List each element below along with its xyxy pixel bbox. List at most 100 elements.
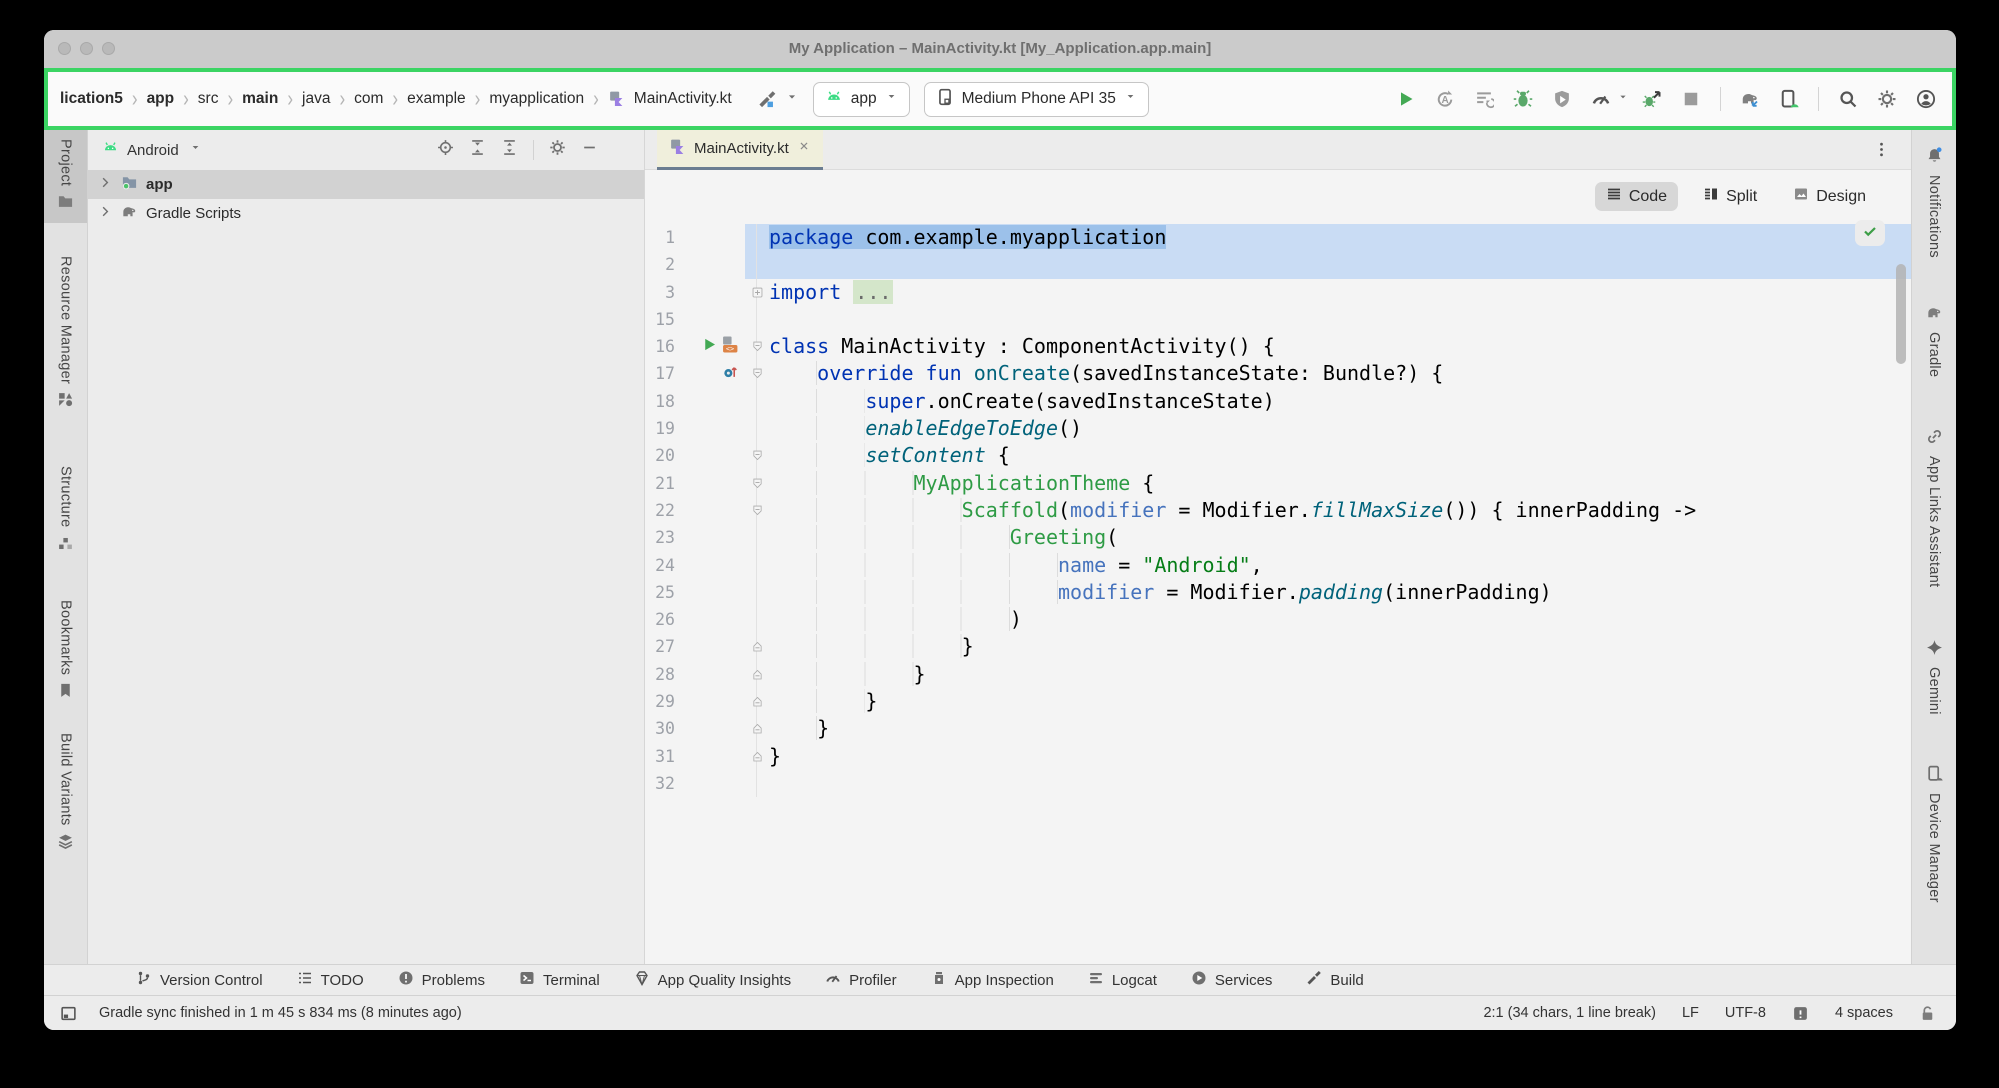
code-line[interactable]: 1package com.example.myapplication <box>645 224 1911 251</box>
code-line[interactable]: 20 setContent { <box>645 442 1911 469</box>
code-line[interactable]: 21 MyApplicationTheme { <box>645 470 1911 497</box>
code-line-body[interactable]: modifier = Modifier.padding(innerPadding… <box>745 579 1911 606</box>
toolwindow-app-inspection[interactable]: App Inspection <box>931 970 1054 990</box>
breadcrumb-item[interactable]: app <box>147 90 175 108</box>
breadcrumb-item[interactable]: src <box>198 90 219 108</box>
fold-open-icon[interactable] <box>751 497 764 524</box>
status-write-access[interactable] <box>1919 1005 1936 1022</box>
stripe-item-build-variants[interactable]: Build Variants <box>44 724 87 863</box>
chevron-right-icon[interactable] <box>98 175 113 194</box>
fold-open-icon[interactable] <box>751 442 764 469</box>
fold-marker[interactable] <box>745 333 769 360</box>
code-line[interactable]: 22 Scaffold(modifier = Modifier.fillMaxS… <box>645 497 1911 524</box>
line-number[interactable]: 1 <box>645 224 675 251</box>
fold-marker[interactable] <box>745 470 769 497</box>
line-number[interactable]: 21 <box>645 470 675 497</box>
debug-icon[interactable] <box>1507 83 1539 115</box>
line-number[interactable]: 23 <box>645 524 675 551</box>
tree-node-app[interactable]: app <box>88 170 644 199</box>
project-view-selector[interactable]: Android <box>127 142 179 159</box>
run-button[interactable] <box>1390 83 1422 115</box>
tree-node-gradle-scripts[interactable]: Gradle Scripts <box>88 199 644 228</box>
tab-mainactivity[interactable]: MainActivity.kt <box>657 130 823 170</box>
compose-gutter-icon[interactable]: <> <box>722 333 739 360</box>
code-line-body[interactable]: super.onCreate(savedInstanceState) <box>745 388 1911 415</box>
toolwindow-todo[interactable]: TODO <box>297 970 364 990</box>
debug-button[interactable] <box>1507 83 1539 115</box>
close-window-button[interactable] <box>58 42 71 55</box>
close-tab-icon[interactable] <box>797 139 811 157</box>
stripe-item-gemini[interactable]: Gemini <box>1912 630 1956 724</box>
line-number[interactable]: 19 <box>645 415 675 442</box>
code-line-body[interactable]: Scaffold(modifier = Modifier.fillMaxSize… <box>745 497 1911 524</box>
code-line-body[interactable]: } <box>745 688 1911 715</box>
code-line-body[interactable]: Greeting( <box>745 524 1911 551</box>
code-line[interactable]: 18 super.onCreate(savedInstanceState) <box>645 388 1911 415</box>
status-encoding[interactable]: UTF-8 <box>1725 1005 1766 1021</box>
gradle-sync-icon[interactable] <box>1734 83 1766 115</box>
fold-marker[interactable] <box>745 661 769 688</box>
line-number[interactable]: 29 <box>645 688 675 715</box>
fold-marker[interactable] <box>745 743 769 770</box>
view-mode-design[interactable]: Design <box>1782 182 1877 211</box>
fold-open-icon[interactable] <box>751 333 764 360</box>
account-button[interactable] <box>1910 83 1942 115</box>
toolwindow-problems[interactable]: Problems <box>398 970 485 990</box>
stripe-item-app-links-assistant[interactable]: App Links Assistant <box>1912 419 1956 596</box>
fold-close-icon[interactable] <box>751 661 764 688</box>
code-line[interactable]: 3import ... <box>645 279 1911 306</box>
line-number[interactable]: 15 <box>645 306 675 333</box>
code-line[interactable]: 26 ) <box>645 606 1911 633</box>
code-line[interactable]: 16<>class MainActivity : ComponentActivi… <box>645 333 1911 360</box>
fold-open-icon[interactable] <box>751 360 764 387</box>
chevron-right-icon[interactable] <box>98 204 113 223</box>
attach-debugger-button[interactable] <box>1546 83 1578 115</box>
code-line-body[interactable]: } <box>745 633 1911 660</box>
tool-window-toggle-icon[interactable] <box>60 1005 77 1022</box>
lock-open-icon[interactable] <box>1919 1005 1936 1022</box>
fold-close-icon[interactable] <box>751 715 764 742</box>
line-number[interactable]: 28 <box>645 661 675 688</box>
expand-all-button[interactable] <box>469 139 486 161</box>
apply-code-icon[interactable] <box>1468 83 1500 115</box>
line-number[interactable]: 27 <box>645 633 675 660</box>
line-number[interactable]: 25 <box>645 579 675 606</box>
code-line[interactable]: 17 override fun onCreate(savedInstanceSt… <box>645 360 1911 387</box>
code-line[interactable]: 23 Greeting( <box>645 524 1911 551</box>
stop-icon[interactable] <box>1675 83 1707 115</box>
toolwindow-logcat[interactable]: Logcat <box>1088 970 1157 990</box>
titlebar[interactable]: My Application – MainActivity.kt [My_App… <box>44 30 1956 68</box>
sync-gradle-button[interactable] <box>1734 83 1766 115</box>
view-mode-split[interactable]: Split <box>1692 182 1768 211</box>
device-manager-icon[interactable] <box>1773 83 1805 115</box>
code-line-body[interactable]: } <box>745 661 1911 688</box>
code-line-body[interactable]: MyApplicationTheme { <box>745 470 1911 497</box>
stripe-item-resource-manager[interactable]: Resource Manager <box>44 247 87 421</box>
toolwindow-profiler[interactable]: Profiler <box>825 970 897 990</box>
gear-icon[interactable] <box>1871 83 1903 115</box>
restart-a-icon[interactable]: A <box>1429 83 1461 115</box>
code-line[interactable]: 19 enableEdgeToEdge() <box>645 415 1911 442</box>
run-configuration-type-button[interactable] <box>752 83 799 115</box>
fold-close-icon[interactable] <box>751 743 764 770</box>
fold-marker[interactable] <box>745 633 769 660</box>
code-line[interactable]: 32 <box>645 770 1911 797</box>
editor-options-kebab-icon[interactable] <box>1865 134 1897 166</box>
status-indent-style[interactable]: 4 spaces <box>1835 1005 1893 1021</box>
line-number[interactable]: 22 <box>645 497 675 524</box>
profiler-icon[interactable] <box>1585 83 1617 115</box>
chevron-down-icon[interactable] <box>1617 90 1629 108</box>
code-line-body[interactable]: } <box>745 743 1911 770</box>
stripe-item-gradle[interactable]: Gradle <box>1912 295 1956 386</box>
event-icon[interactable] <box>1792 1005 1809 1022</box>
fold-marker[interactable] <box>745 442 769 469</box>
toolwindow-build[interactable]: Build <box>1306 970 1363 990</box>
toolwindow-terminal[interactable]: Terminal <box>519 970 600 990</box>
fold-marker[interactable] <box>745 497 769 524</box>
code-line-body[interactable]: } <box>745 715 1911 742</box>
run-gutter-icon[interactable] <box>701 333 718 360</box>
status-caret-position[interactable]: 2:1 (34 chars, 1 line break) <box>1483 1005 1655 1021</box>
view-mode-code[interactable]: Code <box>1595 182 1678 211</box>
breadcrumb-item[interactable]: example <box>407 90 466 108</box>
line-number[interactable]: 20 <box>645 442 675 469</box>
